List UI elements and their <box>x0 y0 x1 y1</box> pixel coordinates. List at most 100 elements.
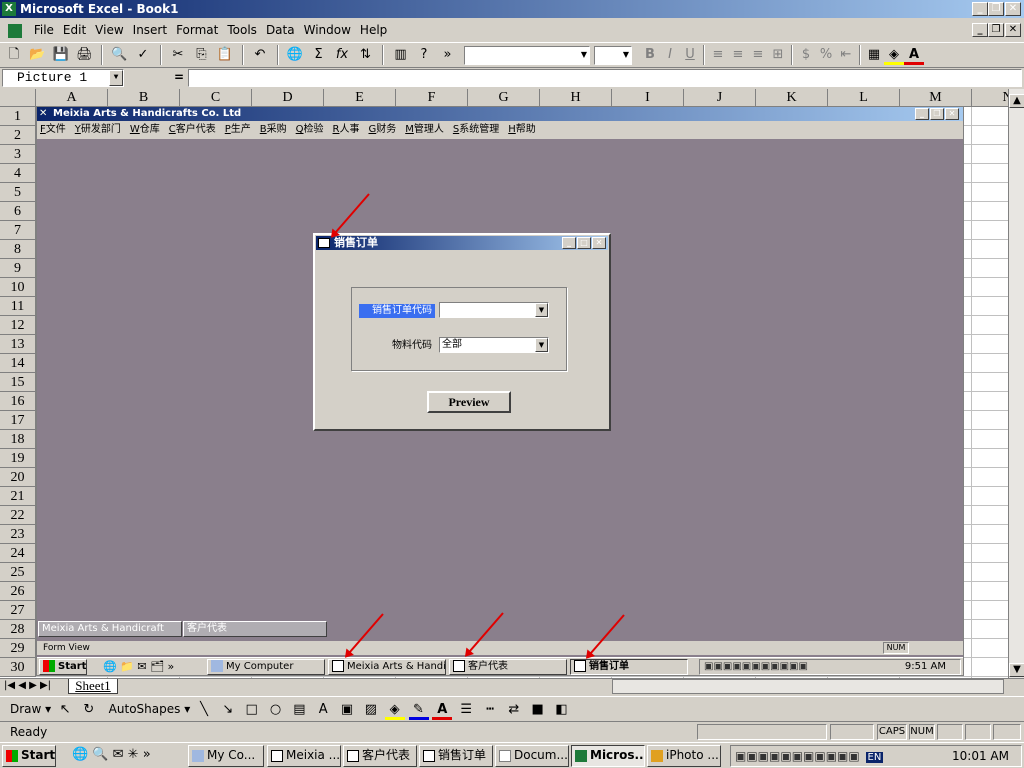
bold-icon[interactable]: B <box>640 45 660 65</box>
row-header[interactable]: 14 <box>0 354 36 373</box>
app-restore-button[interactable]: ❐ <box>930 108 944 120</box>
close-button[interactable]: ✕ <box>1005 2 1021 16</box>
align-center-icon[interactable]: ≡ <box>728 45 748 65</box>
column-header[interactable]: B <box>108 89 180 107</box>
row-header[interactable]: 18 <box>0 430 36 449</box>
autosum-icon[interactable]: Σ <box>309 45 329 65</box>
name-box-dropdown[interactable]: ▼ <box>109 70 123 86</box>
app-menu-item[interactable]: M管理人 <box>405 124 444 135</box>
row-header[interactable]: 13 <box>0 335 36 354</box>
align-left-icon[interactable]: ≡ <box>708 45 728 65</box>
inner-task-my-computer[interactable]: My Computer <box>207 659 325 675</box>
oval-icon[interactable]: ○ <box>266 700 286 720</box>
underline-icon[interactable]: U <box>680 45 700 65</box>
more-buttons-icon[interactable]: » <box>438 45 458 65</box>
autoshapes-menu[interactable]: AutoShapes ▾ <box>109 702 191 716</box>
row-header[interactable]: 22 <box>0 506 36 525</box>
textbox-icon[interactable]: ▤ <box>289 700 309 720</box>
task-sales-order[interactable]: 销售订单 <box>419 745 493 767</box>
column-header[interactable]: M <box>900 89 972 107</box>
app-menu-item[interactable]: C客户代表 <box>169 124 216 135</box>
column-header[interactable]: F <box>396 89 468 107</box>
fill-color-icon[interactable]: ◈ <box>884 45 904 65</box>
font-color-icon[interactable]: A <box>904 45 924 65</box>
help-icon[interactable]: ? <box>414 45 434 65</box>
copy-icon[interactable]: ⎘ <box>192 45 212 65</box>
font-name-select[interactable]: ▼ <box>464 46 590 65</box>
dialog-minimize-button[interactable]: _ <box>562 237 576 249</box>
line-icon[interactable]: ╲ <box>194 700 214 720</box>
app-menu-item[interactable]: Y研发部门 <box>75 124 121 135</box>
app-menu-item[interactable]: G财务 <box>368 124 396 135</box>
column-header[interactable]: N <box>972 89 1008 107</box>
sheet-tab-sheet1[interactable]: Sheet1 <box>68 679 118 694</box>
preview-button[interactable]: Preview <box>427 391 511 413</box>
rectangle-icon[interactable]: □ <box>242 700 262 720</box>
currency-icon[interactable]: $ <box>796 45 816 65</box>
select-all-corner[interactable] <box>0 89 36 107</box>
row-header[interactable]: 25 <box>0 563 36 582</box>
scroll-up-icon[interactable]: ▲ <box>1009 94 1024 108</box>
menu-help[interactable]: Help <box>360 23 387 37</box>
dash-style-icon[interactable]: ┅ <box>480 700 500 720</box>
function-icon[interactable]: fx <box>332 45 352 65</box>
merge-icon[interactable]: ⊞ <box>768 45 788 65</box>
picture-1[interactable]: ✕ Meixia Arts & Handicrafts Co. Ltd _ ❐ … <box>36 106 964 676</box>
column-header[interactable]: A <box>36 89 108 107</box>
column-header[interactable]: C <box>180 89 252 107</box>
app-close-button[interactable]: ✕ <box>945 108 959 120</box>
row-header[interactable]: 21 <box>0 487 36 506</box>
print-icon[interactable]: 🖨 <box>75 45 95 65</box>
app-menu-item[interactable]: B采购 <box>260 124 287 135</box>
menu-view[interactable]: View <box>95 23 123 37</box>
workbook-restore-button[interactable]: ❐ <box>988 23 1004 37</box>
hyperlink-icon[interactable]: 🌐 <box>285 45 305 65</box>
column-header[interactable]: G <box>468 89 540 107</box>
row-header[interactable]: 7 <box>0 221 36 240</box>
app-menu-item[interactable]: P生产 <box>225 124 251 135</box>
font-color-icon[interactable]: A <box>432 700 453 720</box>
clipart-icon[interactable]: ▣ <box>337 700 357 720</box>
scroll-down-icon[interactable]: ▼ <box>1009 663 1024 677</box>
font-size-select[interactable]: ▼ <box>594 46 632 65</box>
indent-icon[interactable]: ⇤ <box>836 45 856 65</box>
row-header[interactable]: 9 <box>0 259 36 278</box>
menu-format[interactable]: Format <box>176 23 218 37</box>
row-header[interactable]: 3 <box>0 145 36 164</box>
3d-icon[interactable]: ◧ <box>551 700 571 720</box>
start-button[interactable]: Start <box>2 745 56 767</box>
column-header[interactable]: E <box>324 89 396 107</box>
inner-task-meixia[interactable]: Meixia Arts & Handi... <box>328 659 446 675</box>
row-header[interactable]: 1 <box>0 107 36 126</box>
row-header[interactable]: 26 <box>0 582 36 601</box>
tab-scroll-buttons[interactable]: |◀ ◀ ▶ ▶| <box>4 680 51 691</box>
material-code-select[interactable]: 全部 ▼ <box>439 337 549 353</box>
minimized-window-meixia[interactable]: Meixia Arts & Handicraft <box>38 621 182 637</box>
row-header[interactable]: 10 <box>0 278 36 297</box>
app-menu-item[interactable]: Q检验 <box>296 124 324 135</box>
row-header[interactable]: 19 <box>0 449 36 468</box>
fill-color-icon[interactable]: ◈ <box>384 700 405 720</box>
workbook-close-button[interactable]: ✕ <box>1005 23 1021 37</box>
row-header[interactable]: 2 <box>0 126 36 145</box>
arrow-style-icon[interactable]: ⇄ <box>504 700 524 720</box>
task-my-computer[interactable]: My Co... <box>188 745 264 767</box>
save-icon[interactable]: 💾 <box>51 45 71 65</box>
app-menu-item[interactable]: H帮助 <box>508 124 536 135</box>
row-header[interactable]: 5 <box>0 183 36 202</box>
inner-task-sales-order[interactable]: 销售订单 <box>570 659 688 675</box>
row-header[interactable]: 6 <box>0 202 36 221</box>
name-box[interactable]: Picture 1 ▼ <box>2 69 124 87</box>
workbook-minimize-button[interactable]: _ <box>972 23 988 37</box>
row-header[interactable]: 23 <box>0 525 36 544</box>
select-objects-icon[interactable]: ↖ <box>55 700 75 720</box>
task-document[interactable]: Docum... <box>495 745 569 767</box>
dialog-close-button[interactable]: ✕ <box>592 237 606 249</box>
menu-tools[interactable]: Tools <box>227 23 257 37</box>
column-header[interactable]: D <box>252 89 324 107</box>
draw-menu[interactable]: Draw ▾ <box>10 702 51 716</box>
task-customer-rep[interactable]: 客户代表 <box>343 745 417 767</box>
row-header[interactable]: 17 <box>0 411 36 430</box>
row-header[interactable]: 8 <box>0 240 36 259</box>
italic-icon[interactable]: I <box>660 45 680 65</box>
